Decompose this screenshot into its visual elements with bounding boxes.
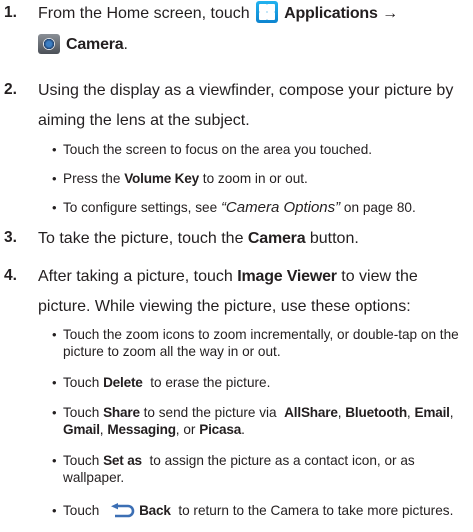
bullet-text: Touch the screen to focus on the area yo…	[63, 142, 373, 157]
bullet-text: Touch Share to send the picture via AllS…	[63, 405, 454, 437]
step-text: To take the picture, touch the Camera bu…	[38, 230, 359, 247]
step-number: 2.	[4, 81, 17, 98]
bullet-marker: •	[52, 503, 57, 518]
cross-reference-link: “Camera Options”	[220, 199, 341, 216]
arrow-glyph: →	[382, 5, 398, 22]
step-text-part: .	[123, 36, 128, 53]
bullet-marker: •	[52, 405, 57, 420]
bullet-text: Touch Back to return to the Camera to ta…	[63, 503, 454, 518]
back-arrow-icon	[111, 503, 135, 518]
step-text: After taking a picture, touch Image View…	[38, 268, 418, 285]
bullet-text: To configure settings, see “Camera Optio…	[63, 199, 416, 216]
camera-icon	[38, 34, 60, 54]
bullet-marker: •	[52, 453, 57, 468]
step-text: From the Home screen, touch Applications…	[38, 0, 470, 27]
step-text-line2: aiming the lens at the subject.	[38, 112, 250, 129]
step-text-line2: Camera.	[38, 31, 470, 58]
bullet-marker: •	[52, 375, 57, 390]
bullet-marker: •	[52, 200, 57, 215]
step-text-line2: picture. While viewing the picture, use …	[38, 298, 411, 315]
step-number: 3.	[4, 229, 17, 246]
camera-label: Camera	[66, 36, 124, 53]
bullet-marker: •	[52, 142, 57, 157]
instruction-page: 1. From the Home screen, touch Applicati…	[0, 0, 473, 532]
applications-icon	[255, 1, 278, 23]
bullet-text: Touch Delete to erase the picture.	[63, 375, 271, 390]
step-number: 4.	[4, 267, 17, 284]
step-text: Using the display as a viewfinder, compo…	[38, 82, 454, 99]
bullet-marker: •	[52, 327, 57, 342]
step-number: 1.	[4, 4, 17, 21]
bullet-text: Touch the zoom icons to zoom incremental…	[63, 327, 459, 359]
bullet-marker: •	[52, 171, 57, 186]
bullet-text: Press the Volume Key to zoom in or out.	[63, 171, 308, 186]
bullet-text: Touch Set as to assign the picture as a …	[63, 453, 415, 485]
step-text-part: From the Home screen, touch	[38, 5, 250, 22]
applications-label: Applications	[284, 5, 378, 22]
